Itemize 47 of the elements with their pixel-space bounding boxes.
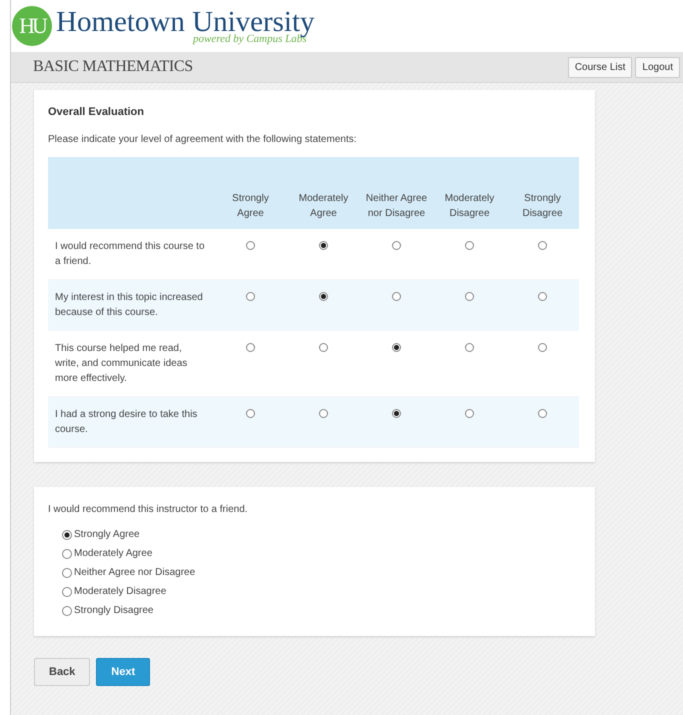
back-button[interactable]: Back [34, 658, 90, 686]
radio-button[interactable] [465, 409, 474, 418]
radio-button[interactable] [538, 343, 547, 352]
column-header: Strongly Agree [231, 192, 270, 221]
header-button[interactable]: Logout [635, 56, 680, 78]
header-button[interactable]: Course List [568, 56, 632, 78]
column-header: Moderately Agree [298, 192, 350, 221]
radio-button[interactable] [392, 292, 401, 301]
radio-button[interactable] [246, 343, 255, 352]
section-title: Overall Evaluation [48, 106, 145, 118]
statement-text: I would recommend this course to a friend. [55, 240, 205, 269]
option-label: Moderately Disagree [74, 586, 166, 597]
radio-button[interactable] [538, 292, 547, 301]
column-header: Neither Agree nor Disagree [364, 192, 428, 221]
radio-button[interactable] [465, 343, 474, 352]
radio-button[interactable] [62, 606, 72, 616]
radio-button[interactable] [392, 241, 401, 250]
radio-button[interactable] [62, 568, 72, 578]
radio-button[interactable] [392, 409, 401, 418]
question-text: I would recommend this instructor to a friend. [48, 504, 249, 515]
statement-text: My interest in this topic increased because of this course. [55, 291, 204, 320]
radio-button[interactable] [246, 292, 255, 301]
radio-button[interactable] [392, 343, 401, 352]
radio-button[interactable] [62, 548, 72, 558]
course-title: BASIC MATHEMATICS [33, 58, 193, 76]
radio-button[interactable] [538, 409, 547, 418]
option-label: Neither Agree nor Disagree [74, 567, 196, 578]
radio-button[interactable] [246, 241, 255, 250]
instructions-text: Please indicate your level of agreement with the following statements: [48, 134, 358, 145]
radio-button[interactable] [246, 409, 255, 418]
radio-button[interactable] [62, 530, 72, 540]
logo-mark: HU [12, 6, 52, 46]
option-label: Strongly Disagree [74, 605, 154, 616]
statement-text: This course helped me read, write, and communicate ideas more effectively. [55, 342, 188, 386]
radio-button[interactable] [62, 586, 72, 596]
radio-button[interactable] [319, 292, 328, 301]
radio-button[interactable] [538, 241, 547, 250]
radio-button[interactable] [465, 241, 474, 250]
column-header: Moderately Disagree [444, 192, 496, 221]
statement-text: I had a strong desire to take this course. [55, 408, 198, 437]
option-label: Moderately Agree [74, 548, 152, 559]
radio-button[interactable] [319, 343, 328, 352]
radio-button[interactable] [319, 409, 328, 418]
radio-button[interactable] [319, 241, 328, 250]
radio-button[interactable] [465, 292, 474, 301]
option-label: Strongly Agree [74, 529, 140, 540]
column-header: Strongly Disagree [521, 192, 564, 221]
